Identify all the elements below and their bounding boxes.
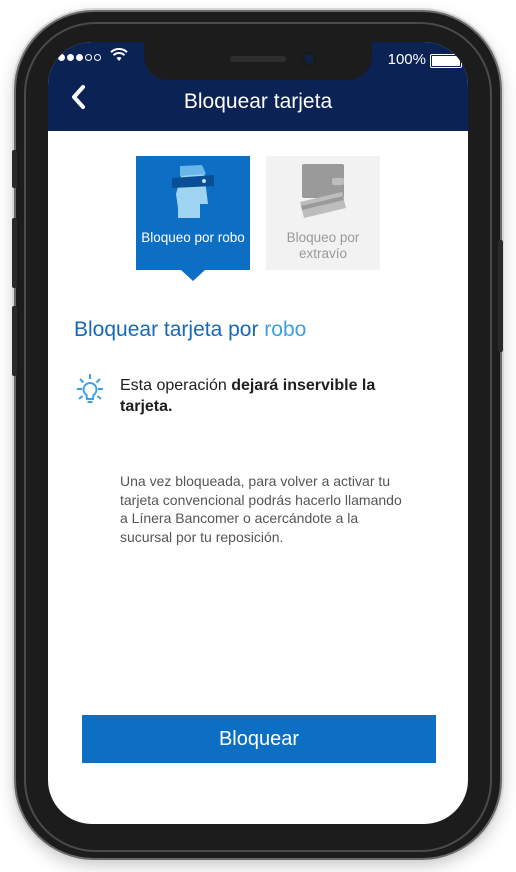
option-loss-label: Bloqueo por extravío — [286, 230, 360, 261]
front-camera — [304, 54, 314, 64]
wallet-icon — [266, 162, 380, 226]
wifi-icon — [110, 48, 128, 66]
earpiece-speaker — [230, 56, 286, 62]
thief-icon — [136, 162, 250, 226]
option-theft-label: Bloqueo por robo — [141, 230, 245, 245]
heading-prefix: Bloquear tarjeta por — [74, 318, 259, 341]
page-title: Bloquear tarjeta — [183, 90, 333, 113]
info-text: Una vez bloqueada, para volver a activar… — [120, 473, 402, 545]
option-loss[interactable]: Bloqueo por extravío — [266, 156, 380, 270]
volume-down-button — [12, 306, 17, 376]
section-heading: Bloquear tarjeta por robo — [74, 318, 306, 342]
signal-strength-icon — [58, 54, 101, 61]
device-notch — [144, 42, 372, 80]
power-button — [498, 240, 503, 352]
heading-emphasis: robo — [264, 318, 307, 341]
selection-pointer — [181, 270, 205, 281]
volume-up-button — [12, 218, 17, 288]
lightbulb-icon — [72, 372, 108, 408]
option-theft[interactable]: Bloqueo por robo — [136, 156, 250, 270]
warning-text: Esta operación dejará inservible la tarj… — [120, 375, 420, 417]
navigation-bar: 100% Bloquear tarjeta — [48, 42, 468, 131]
warning-text-plain: Esta operación — [120, 377, 232, 394]
block-button[interactable]: Bloquear — [82, 715, 436, 763]
battery-percentage: 100% — [387, 51, 426, 68]
mute-switch — [12, 150, 17, 188]
app-screen: 100% Bloquear tarjeta Bloqueo por robo B… — [48, 42, 468, 824]
battery-icon — [430, 54, 462, 68]
